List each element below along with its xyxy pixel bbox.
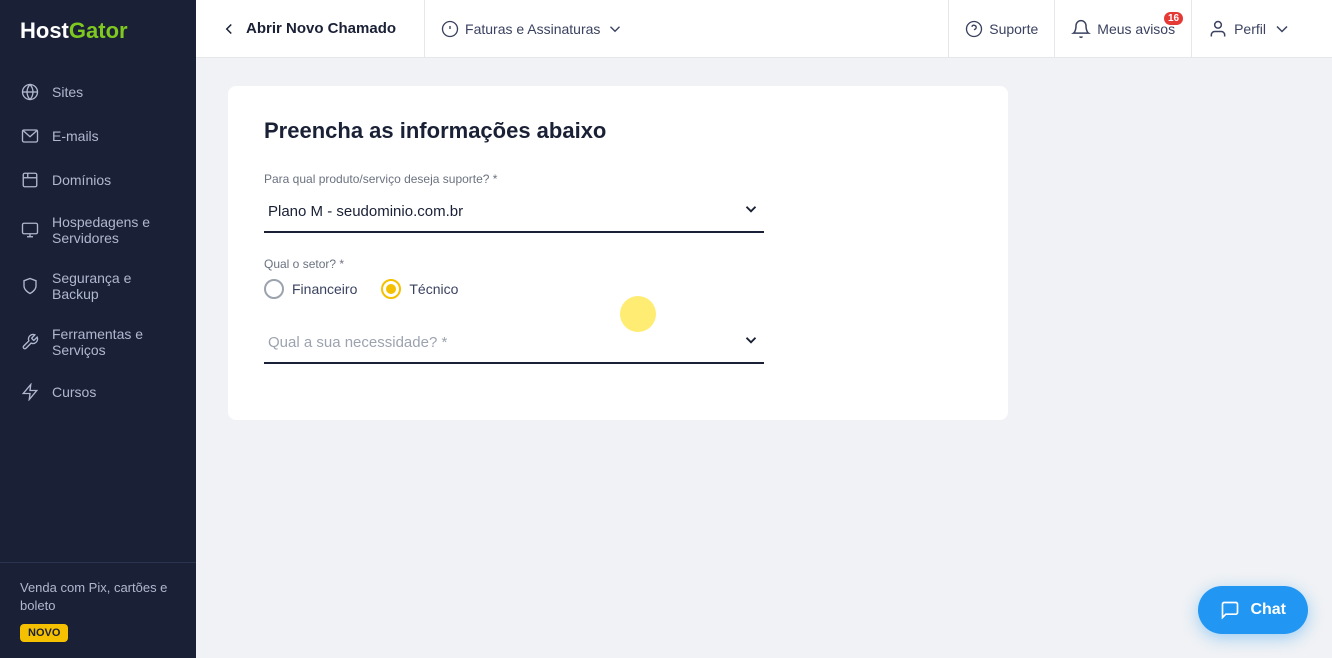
- chat-button[interactable]: Chat: [1198, 586, 1308, 634]
- sidebar-item-hospedagens-label: Hospedagens e Servidores: [52, 214, 176, 246]
- page-content: Preencha as informações abaixo Para qual…: [196, 58, 1332, 658]
- setor-field: Qual o setor? * Financeiro Técnico: [264, 257, 972, 299]
- sidebar-item-ferramentas-label: Ferramentas e Serviços: [52, 326, 176, 358]
- back-label: Abrir Novo Chamado: [246, 20, 396, 37]
- suporte-label: Suporte: [989, 21, 1038, 37]
- necessidade-field: Qual a sua necessidade? *: [264, 323, 972, 364]
- radio-tecnico-outer: [381, 279, 401, 299]
- back-arrow-icon: [220, 20, 238, 38]
- product-select-chevron-icon: [742, 200, 760, 223]
- promo-text: Venda com Pix, cartões e boleto: [20, 579, 176, 615]
- sidebar-item-cursos[interactable]: Cursos: [0, 370, 196, 414]
- radio-tecnico[interactable]: Técnico: [381, 279, 458, 299]
- faturas-label: Faturas e Assinaturas: [465, 21, 600, 37]
- necessidade-placeholder: Qual a sua necessidade? *: [268, 334, 447, 351]
- sidebar-item-dominios-label: Domínios: [52, 172, 111, 188]
- sidebar-item-dominios[interactable]: Domínios: [0, 158, 196, 202]
- form-card: Preencha as informações abaixo Para qual…: [228, 86, 1008, 420]
- avisos-badge: 16: [1164, 12, 1183, 25]
- product-select[interactable]: Plano M - seudominio.com.br: [264, 192, 764, 233]
- perfil-label: Perfil: [1234, 21, 1266, 37]
- faturas-icon: [441, 20, 459, 38]
- radio-financeiro-outer: [264, 279, 284, 299]
- chat-icon: [1220, 600, 1240, 620]
- product-label: Para qual produto/serviço deseja suporte…: [264, 172, 972, 186]
- faturas-section[interactable]: Faturas e Assinaturas: [424, 0, 640, 58]
- faturas-chevron-icon: [606, 20, 624, 38]
- necessidade-chevron-icon: [742, 331, 760, 354]
- sidebar-item-seguranca-label: Segurança e Backup: [52, 270, 176, 302]
- product-field: Para qual produto/serviço deseja suporte…: [264, 172, 972, 233]
- seguranca-icon: [20, 276, 40, 296]
- sidebar: HostGator Sites E-mails Domínios Hosped: [0, 0, 196, 658]
- email-icon: [20, 126, 40, 146]
- chat-label: Chat: [1250, 601, 1286, 619]
- topnav: Abrir Novo Chamado Faturas e Assinaturas…: [196, 0, 1332, 58]
- sidebar-item-sites-label: Sites: [52, 84, 83, 100]
- sidebar-item-cursos-label: Cursos: [52, 384, 96, 400]
- product-select-value: Plano M - seudominio.com.br: [268, 203, 463, 220]
- setor-radio-group: Financeiro Técnico: [264, 279, 972, 299]
- avisos-button[interactable]: 16 Meus avisos: [1054, 0, 1191, 58]
- sidebar-item-emails[interactable]: E-mails: [0, 114, 196, 158]
- sidebar-item-emails-label: E-mails: [52, 128, 99, 144]
- radio-tecnico-label: Técnico: [409, 281, 458, 297]
- sidebar-nav: Sites E-mails Domínios Hospedagens e Ser…: [0, 62, 196, 562]
- setor-label: Qual o setor? *: [264, 257, 972, 271]
- topnav-right: Suporte 16 Meus avisos Perfil: [948, 0, 1308, 58]
- radio-tecnico-inner: [386, 284, 396, 294]
- user-icon: [1208, 19, 1228, 39]
- dominios-icon: [20, 170, 40, 190]
- perfil-button[interactable]: Perfil: [1191, 0, 1308, 58]
- sidebar-item-hospedagens[interactable]: Hospedagens e Servidores: [0, 202, 196, 258]
- suporte-section[interactable]: Suporte: [948, 0, 1054, 58]
- perfil-chevron-icon: [1272, 19, 1292, 39]
- sites-icon: [20, 82, 40, 102]
- bell-icon: [1071, 19, 1091, 39]
- sidebar-item-ferramentas[interactable]: Ferramentas e Serviços: [0, 314, 196, 370]
- sidebar-item-sites[interactable]: Sites: [0, 70, 196, 114]
- radio-financeiro[interactable]: Financeiro: [264, 279, 357, 299]
- sidebar-promo: Venda com Pix, cartões e boleto NOVO: [0, 562, 196, 658]
- ferramentas-icon: [20, 332, 40, 352]
- logo: HostGator: [0, 0, 196, 62]
- sidebar-item-seguranca[interactable]: Segurança e Backup: [0, 258, 196, 314]
- page-title: Preencha as informações abaixo: [264, 118, 972, 144]
- back-button[interactable]: Abrir Novo Chamado: [220, 20, 396, 38]
- necessidade-select[interactable]: Qual a sua necessidade? *: [264, 323, 764, 364]
- avisos-label: Meus avisos: [1097, 21, 1175, 37]
- radio-financeiro-label: Financeiro: [292, 281, 357, 297]
- hospedagens-icon: [20, 220, 40, 240]
- cursos-icon: [20, 382, 40, 402]
- main-content: Abrir Novo Chamado Faturas e Assinaturas…: [196, 0, 1332, 658]
- suporte-icon: [965, 20, 983, 38]
- promo-badge: NOVO: [20, 624, 68, 642]
